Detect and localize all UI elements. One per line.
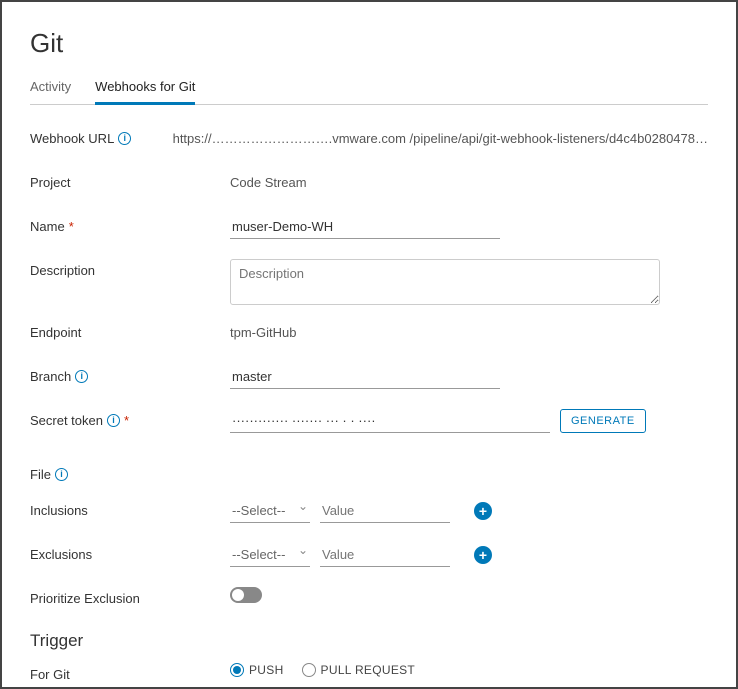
inclusions-select[interactable]: [230, 499, 310, 523]
tabs: Activity Webhooks for Git: [30, 73, 708, 105]
tab-activity[interactable]: Activity: [30, 73, 71, 105]
description-textarea[interactable]: [230, 259, 660, 305]
secret-token-input[interactable]: [230, 409, 550, 433]
generate-button[interactable]: GENERATE: [560, 409, 646, 433]
required-marker: *: [69, 219, 74, 234]
radio-icon: [302, 663, 316, 677]
label-file: File: [30, 467, 51, 482]
project-value: Code Stream: [230, 171, 307, 190]
info-icon[interactable]: i: [75, 370, 88, 383]
add-inclusion-icon[interactable]: +: [474, 502, 492, 520]
page-title: Git: [30, 28, 708, 59]
radio-push[interactable]: PUSH: [230, 663, 284, 677]
webhook-url-value: https://……………………….vmware.com /pipeline/a…: [173, 127, 708, 146]
prioritize-exclusion-toggle[interactable]: [230, 587, 262, 603]
tab-webhooks-for-git[interactable]: Webhooks for Git: [95, 73, 195, 105]
label-name: Name: [30, 219, 65, 234]
label-project: Project: [30, 175, 70, 190]
exclusions-select[interactable]: [230, 543, 310, 567]
info-icon[interactable]: i: [118, 132, 131, 145]
label-webhook-url: Webhook URL: [30, 131, 114, 146]
add-exclusion-icon[interactable]: +: [474, 546, 492, 564]
endpoint-value: tpm-GitHub: [230, 321, 296, 340]
required-marker: *: [124, 413, 129, 428]
label-branch: Branch: [30, 369, 71, 384]
label-prioritize-exclusion: Prioritize Exclusion: [30, 591, 140, 606]
radio-push-label: PUSH: [249, 663, 284, 677]
label-inclusions: Inclusions: [30, 503, 88, 518]
name-input[interactable]: [230, 215, 500, 239]
radio-icon: [230, 663, 244, 677]
label-endpoint: Endpoint: [30, 325, 81, 340]
label-for-git: For Git: [30, 667, 70, 682]
label-description: Description: [30, 263, 95, 278]
info-icon[interactable]: i: [107, 414, 120, 427]
inclusions-value-input[interactable]: [320, 499, 450, 523]
label-exclusions: Exclusions: [30, 547, 92, 562]
radio-pull-request-label: PULL REQUEST: [321, 663, 416, 677]
section-trigger: Trigger: [30, 631, 708, 651]
exclusions-value-input[interactable]: [320, 543, 450, 567]
branch-input[interactable]: [230, 365, 500, 389]
info-icon[interactable]: i: [55, 468, 68, 481]
radio-pull-request[interactable]: PULL REQUEST: [302, 663, 416, 677]
label-secret-token: Secret token: [30, 413, 103, 428]
